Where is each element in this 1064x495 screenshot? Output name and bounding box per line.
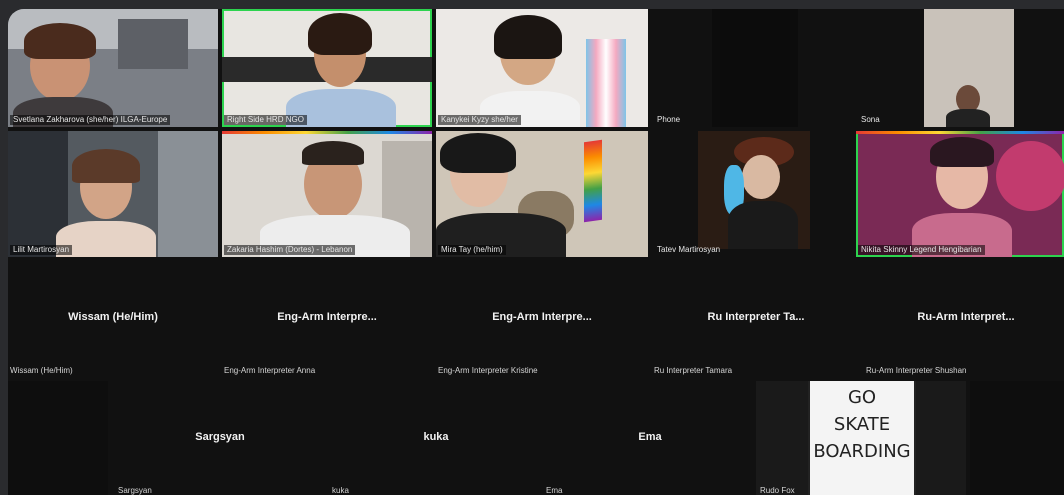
participant-name: kuka xyxy=(332,486,349,495)
video-tile-zakaria[interactable]: Zakaria Hashim (Dortes) - Lebanon xyxy=(222,131,432,257)
participant-name: Wissam (He/Him) xyxy=(10,366,73,375)
participant-display-name: Ru-Arm Interpret... xyxy=(917,311,1015,323)
participant-display-name: Wissam (He/Him) xyxy=(68,311,158,323)
participant-display-name: Ema xyxy=(638,431,662,443)
skateboarding-sign: GO SKATE BOARDING xyxy=(808,381,916,495)
participant-name: Ru-Arm Interpreter Shushan xyxy=(866,366,967,375)
video-tile-lilit[interactable]: Lilit Martirosyan xyxy=(8,131,218,257)
participant-name: Kanykei Kyzy she/her xyxy=(438,115,521,125)
participant-name: Eng-Arm Interpreter Anna xyxy=(224,366,316,375)
participant-name: Tatev Martirosyan xyxy=(657,245,721,254)
participant-name: Svetlana Zakharova (she/her) ILGA-Europe xyxy=(10,115,171,125)
audio-tile-kuka[interactable]: kuka kuka xyxy=(326,381,536,495)
participant-name: Sargsyan xyxy=(118,486,152,495)
audio-tile-ema[interactable]: Ema Ema xyxy=(540,381,752,495)
audio-tile-eng-arm-kristine[interactable]: Eng-Arm Interpre... Eng-Arm Interpreter … xyxy=(436,261,648,377)
participant-name: Zakaria Hashim (Dortes) - Lebanon xyxy=(224,245,356,255)
participant-display-name: kuka xyxy=(423,431,449,443)
participant-name: Eng-Arm Interpreter Kristine xyxy=(438,366,538,375)
participant-display-name: Eng-Arm Interpre... xyxy=(277,311,377,323)
participant-display-name: Ru Interpreter Ta... xyxy=(707,311,805,323)
video-tile-sona[interactable]: Sona xyxy=(856,9,1064,127)
audio-tile-eng-arm-anna[interactable]: Eng-Arm Interpre... Eng-Arm Interpreter … xyxy=(222,261,432,377)
sign-line: BOARDING xyxy=(813,441,911,462)
participant-name: Nikita Skinny Legend Hengibarian xyxy=(858,245,985,255)
video-tile-phone[interactable]: Phone xyxy=(652,9,852,127)
video-tile-rudo-fox[interactable]: GO SKATE BOARDING Rudo Fox xyxy=(756,381,966,495)
sign-line: SKATE xyxy=(833,414,891,435)
video-tile-kanykei[interactable]: Kanykei Kyzy she/her xyxy=(436,9,648,127)
participant-name: Rudo Fox xyxy=(760,486,795,495)
audio-tile-ru-tamara[interactable]: Ru Interpreter Ta... Ru Interpreter Tama… xyxy=(652,261,852,377)
video-tile-mira[interactable]: Mira Tay (he/him) xyxy=(436,131,648,257)
participant-name: Ru Interpreter Tamara xyxy=(654,366,733,375)
video-tile-nikita[interactable]: Nikita Skinny Legend Hengibarian xyxy=(856,131,1064,257)
bottom-left-spacer xyxy=(8,381,108,495)
participant-display-name: Sargsyan xyxy=(195,431,245,443)
video-tile-right-side[interactable]: Right Side HRD NGO xyxy=(222,9,432,127)
participant-name: Ema xyxy=(546,486,563,495)
participant-display-name: Eng-Arm Interpre... xyxy=(492,311,592,323)
bottom-right-spacer xyxy=(970,381,1064,495)
audio-tile-wissam[interactable]: Wissam (He/Him) Wissam (He/Him) xyxy=(8,261,218,377)
participant-name: Mira Tay (he/him) xyxy=(438,245,506,255)
participant-name: Right Side HRD NGO xyxy=(224,115,307,125)
rainbow-frame xyxy=(856,131,1064,134)
video-tile-svetlana[interactable]: Svetlana Zakharova (she/her) ILGA-Europe xyxy=(8,9,218,127)
participant-name: Lilit Martirosyan xyxy=(10,245,73,255)
sign-line: GO xyxy=(847,387,877,408)
audio-tile-sargsyan[interactable]: Sargsyan Sargsyan xyxy=(112,381,322,495)
audio-tile-ru-arm-shushan[interactable]: Ru-Arm Interpret... Ru-Arm Interpreter S… xyxy=(856,261,1064,377)
video-gallery: Svetlana Zakharova (she/her) ILGA-Europe… xyxy=(8,9,1064,495)
rainbow-frame xyxy=(222,131,432,134)
participant-name: Phone xyxy=(657,115,681,124)
participant-name: Sona xyxy=(861,115,880,124)
video-tile-tatev[interactable]: Tatev Martirosyan xyxy=(652,131,852,257)
